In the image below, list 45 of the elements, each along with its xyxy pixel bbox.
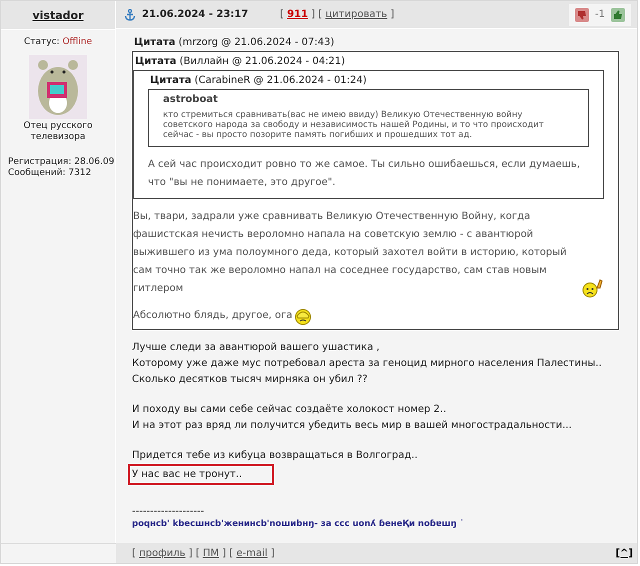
status-value: Offline bbox=[62, 37, 92, 47]
quote-author: astroboat bbox=[163, 94, 219, 105]
message-line: Сколько десятков тысяч мирняка он убил ?? bbox=[132, 373, 368, 387]
anchor-icon[interactable] bbox=[124, 8, 136, 20]
bracket: [ bbox=[196, 548, 200, 558]
signature-rule: -------------------- bbox=[132, 505, 206, 518]
bracket: [ bbox=[229, 548, 234, 558]
signature-text: poqнcb' kbecшнcb'жeнинcb'noшиbнŋ- зa ccc uonʎ ɓeнeҚи noɓɐшŋ ˙ bbox=[132, 518, 465, 531]
quote-link[interactable]: цитировать bbox=[325, 9, 388, 20]
quote-text: А сей час происходит ровно то же самое. Ты сильно ошибаешься, если думаешь, что "вы не понимаете, это другое". bbox=[148, 158, 581, 190]
user-title: Отец русского телевизора bbox=[22, 121, 94, 143]
sad-pointing-smiley-icon bbox=[582, 278, 604, 298]
message-line: Лучше следи за авантюрой вашего ушастика , bbox=[132, 341, 380, 355]
profile-link[interactable]: e-mail bbox=[236, 548, 268, 558]
quote-text: Вы, твари, задрали уже сравнивать Великую Отечественную Войну, когда фашистская нечисть вероломно напала на советскую землю - с авантюрой выжившего из ума полоумного деда, который захотел войти в историю, который сам точно так же вероломно напал на соседнее государство, сам став новым гитлером bbox=[133, 210, 568, 296]
quote-header: Цитата (mrzorg @ 21.06.2024 - 07:43) bbox=[133, 36, 336, 50]
profile-link[interactable]: профиль bbox=[139, 548, 186, 558]
bracket: [ bbox=[318, 9, 322, 20]
bracket: ] bbox=[222, 548, 226, 558]
status-label: Статус: bbox=[24, 37, 60, 47]
post-count: Сообщений: 7312 bbox=[8, 168, 92, 179]
bracket: ] bbox=[390, 9, 394, 20]
message-line: И на этот раз вряд ли получится убедить весь мир в вашей многострадальности... bbox=[132, 419, 572, 433]
post-datetime: 21.06.2024 - 23:17 bbox=[142, 9, 250, 20]
bracket: [ bbox=[280, 9, 284, 20]
registration-date: Регистрация: 28.06.09 bbox=[8, 157, 114, 168]
profile-link[interactable]: ПМ bbox=[202, 548, 219, 558]
quote-header: Цитата (CarabineR @ 21.06.2024 - 01:24) bbox=[149, 74, 368, 88]
thumbs-down-icon[interactable] bbox=[575, 8, 590, 22]
message-line: Которому уже даже мус потребовал ареста за геноцид мирного населения Палестины.. bbox=[132, 357, 602, 371]
post-number-link[interactable]: 911 bbox=[287, 9, 308, 20]
message-line: И походу вы сами себе сейчас создаёте холокост номер 2.. bbox=[132, 403, 446, 417]
quote-text: кто стремиться сравнивать(вас не имею ввиду) Великую Отечественную войну советского народа за свободу и независимость нашей Родины, и то что происходит сейчас - вы просто позорите память погибших и прошедших тот ад. bbox=[163, 110, 545, 140]
rating-value: -1 bbox=[595, 9, 605, 20]
bracket: [ bbox=[132, 548, 136, 558]
bracket: ] bbox=[270, 548, 275, 558]
thumbs-up-icon[interactable] bbox=[611, 8, 625, 22]
facepalm-smiley-icon bbox=[294, 307, 312, 325]
quote-header: Цитата (Виллайн @ 21.06.2024 - 04:21) bbox=[134, 55, 346, 69]
hamster-avatar-drawing bbox=[29, 55, 87, 119]
bracket: ] bbox=[188, 548, 193, 558]
quote-text: Абсолютно блядь, другое, ога bbox=[133, 309, 292, 323]
bracket: ] bbox=[311, 9, 316, 20]
scroll-top-link[interactable]: [^] bbox=[615, 548, 633, 558]
message-line: Придется тебе из кибуца возвращаться в Волгоград.. bbox=[132, 449, 418, 463]
